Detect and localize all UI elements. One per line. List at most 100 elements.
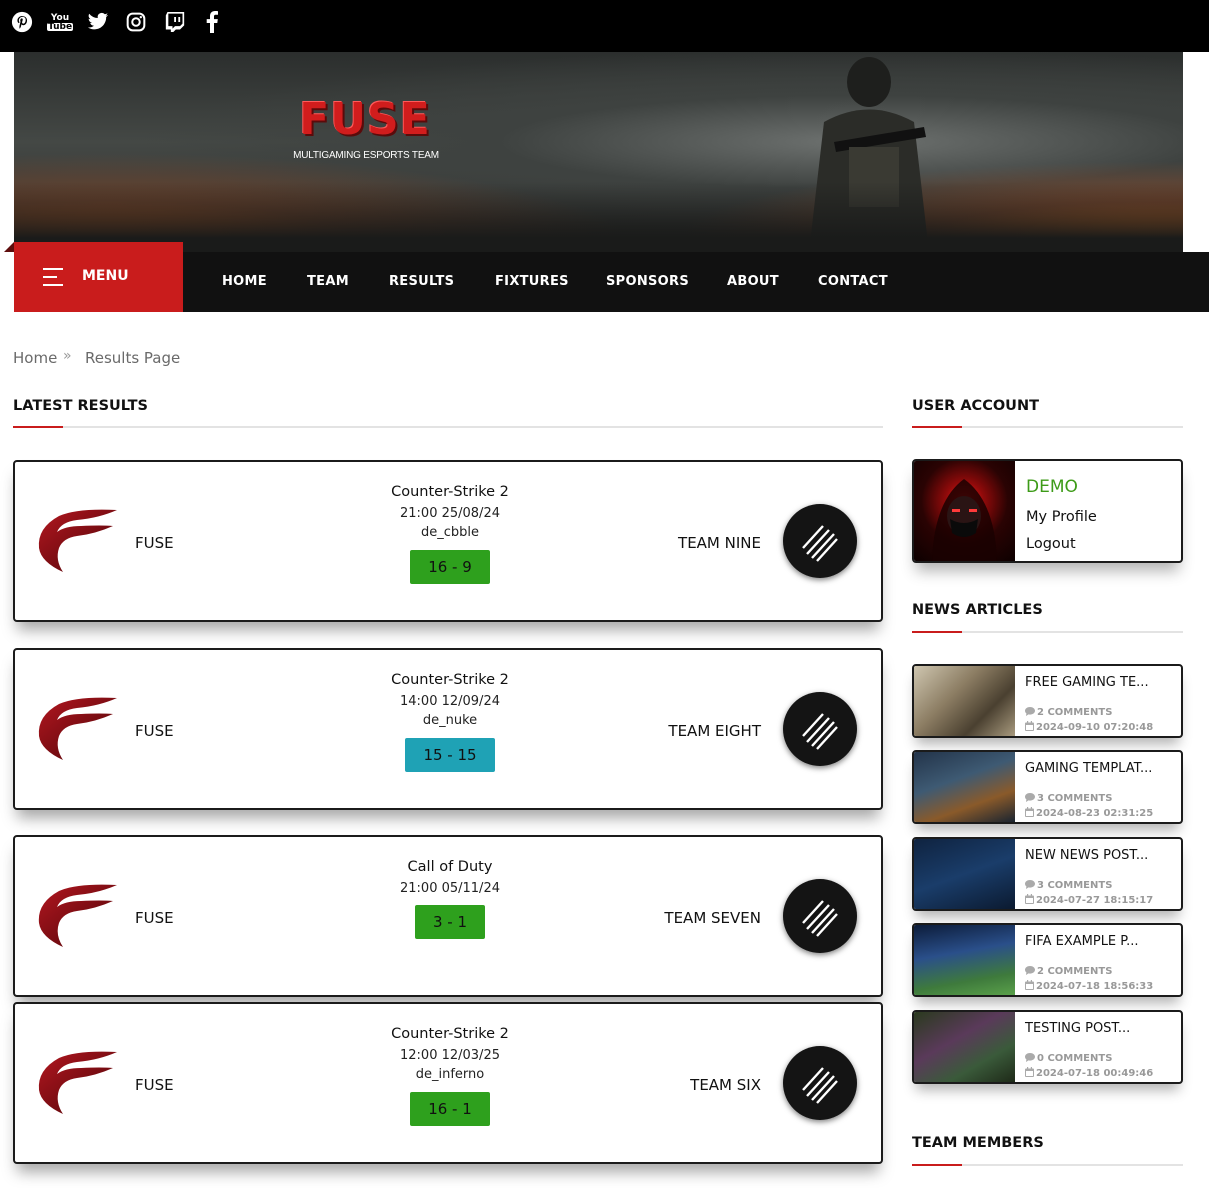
- match-score[interactable]: 16 - 1: [410, 1092, 490, 1126]
- calendar-icon: [1025, 721, 1036, 733]
- news-date: 2024-07-18 00:49:46: [1025, 1067, 1153, 1079]
- news-article-card[interactable]: NEW NEWS POST... 3 COMMENTS 2024-07-27 18:…: [912, 837, 1183, 911]
- news-title[interactable]: FIFA EXAMPLE P...: [1025, 934, 1139, 949]
- news-date: 2024-07-18 18:56:33: [1025, 980, 1153, 992]
- user-account-card: DEMO My Profile Logout: [912, 459, 1183, 563]
- match-score[interactable]: 16 - 9: [410, 550, 490, 584]
- news-comments-count: 2 COMMENTS: [1037, 707, 1113, 718]
- breadcrumb-separator-icon: »: [63, 348, 72, 364]
- away-team-name[interactable]: TEAM NINE: [678, 534, 761, 552]
- news-article-card[interactable]: GAMING TEMPLAT... 3 COMMENTS 2024-08-23 02…: [912, 750, 1183, 824]
- site-tagline: MULTIGAMING ESPORTS TEAM: [293, 150, 439, 161]
- youtube-tube-text: Tube: [46, 21, 74, 32]
- my-profile-link[interactable]: My Profile: [1026, 509, 1097, 525]
- news-title[interactable]: NEW NEWS POST...: [1025, 848, 1148, 863]
- news-thumbnail[interactable]: [914, 925, 1015, 995]
- twitter-icon[interactable]: [85, 9, 111, 35]
- comment-icon: [1025, 966, 1037, 977]
- nav-fixtures[interactable]: FIXTURES: [495, 274, 569, 289]
- nav-home[interactable]: HOME: [222, 274, 267, 289]
- match-map: de_cbble: [420, 525, 479, 540]
- nav-sponsors[interactable]: SPONSORS: [606, 274, 689, 289]
- away-team-name[interactable]: TEAM EIGHT: [668, 722, 761, 740]
- nav-team[interactable]: TEAM: [307, 274, 349, 289]
- news-article-card[interactable]: TESTING POST... 0 COMMENTS 2024-07-18 00:4…: [912, 1010, 1183, 1084]
- news-title[interactable]: FREE GAMING TE...: [1025, 675, 1149, 690]
- news-date: 2024-08-23 02:31:25: [1025, 807, 1153, 819]
- news-comments: 3 COMMENTS: [1025, 793, 1112, 804]
- fuse-team-logo: [38, 1051, 117, 1114]
- username[interactable]: DEMO: [1026, 477, 1078, 497]
- team-members-heading: TEAM MEMBERS: [912, 1135, 1044, 1151]
- news-thumbnail[interactable]: [914, 752, 1015, 822]
- facebook-icon[interactable]: [199, 9, 225, 35]
- fuse-team-logo: [38, 884, 117, 947]
- pinterest-icon[interactable]: [9, 9, 35, 35]
- menu-button[interactable]: MENU: [4, 242, 183, 312]
- news-thumbnail[interactable]: [914, 666, 1015, 736]
- comment-icon: [1025, 793, 1037, 804]
- nav-about[interactable]: ABOUT: [727, 274, 779, 289]
- news-title[interactable]: TESTING POST...: [1025, 1021, 1130, 1036]
- away-team-name[interactable]: TEAM SIX: [690, 1076, 761, 1094]
- match-score[interactable]: 15 - 15: [405, 738, 495, 772]
- news-date-value: 2024-08-23 02:31:25: [1036, 808, 1154, 819]
- match-datetime: 21:00 05/11/24: [400, 881, 500, 896]
- news-comments: 3 COMMENTS: [1025, 880, 1112, 891]
- news-article-card[interactable]: FREE GAMING TE... 2 COMMENTS 2024-09-10 07…: [912, 664, 1183, 738]
- result-card[interactable]: FUSE Counter-Strike 2 14:00 12/09/24 de_nuk…: [13, 648, 883, 810]
- comment-icon: [1025, 880, 1037, 891]
- youtube-icon[interactable]: You Tube: [46, 9, 74, 35]
- nav-contact[interactable]: CONTACT: [818, 274, 888, 289]
- breadcrumb-home[interactable]: Home: [13, 349, 57, 367]
- news-comments: 0 COMMENTS: [1025, 1053, 1112, 1064]
- result-card[interactable]: FUSE Counter-Strike 2 21:00 25/08/24 de_cbb…: [13, 460, 883, 622]
- opponent-logo: [783, 879, 857, 953]
- away-team-name[interactable]: TEAM SEVEN: [664, 909, 761, 927]
- opponent-logo: [783, 692, 857, 766]
- breadcrumb-current: Results Page: [85, 349, 181, 367]
- home-team-name[interactable]: FUSE: [135, 909, 174, 927]
- result-card[interactable]: FUSE Call of Duty 21:00 05/11/24 3 - 1 TEAM …: [13, 835, 883, 997]
- news-comments: 2 COMMENTS: [1025, 707, 1112, 718]
- home-team-name[interactable]: FUSE: [135, 534, 174, 552]
- news-date: 2024-07-27 18:15:17: [1025, 894, 1153, 906]
- instagram-icon[interactable]: [123, 9, 149, 35]
- youtube-you-text: You: [50, 12, 70, 23]
- menu-label: MENU: [82, 268, 129, 284]
- game-title: Counter-Strike 2: [391, 484, 509, 500]
- match-score[interactable]: 3 - 1: [414, 905, 486, 939]
- header-banner: FUSE MULTIGAMING ESPORTS TEAM: [14, 52, 1183, 252]
- news-comments-count: 2 COMMENTS: [1037, 966, 1113, 977]
- latest-results-divider: [13, 426, 883, 428]
- news-thumbnail[interactable]: [914, 1012, 1015, 1082]
- home-team-name[interactable]: FUSE: [135, 722, 174, 740]
- match-info: Counter-Strike 2 21:00 25/08/24 de_cbble 16…: [300, 484, 600, 584]
- game-title: Counter-Strike 2: [391, 672, 509, 688]
- news-date-value: 2024-07-18 18:56:33: [1036, 981, 1154, 992]
- news-comments: 2 COMMENTS: [1025, 966, 1112, 977]
- match-info: Call of Duty 21:00 05/11/24 3 - 1: [300, 859, 600, 939]
- news-comments-count: 0 COMMENTS: [1037, 1053, 1113, 1064]
- site-logo[interactable]: FUSE: [290, 94, 440, 145]
- match-map: de_nuke: [422, 713, 478, 728]
- fuse-team-logo: [38, 509, 117, 572]
- result-card[interactable]: FUSE Counter-Strike 2 12:00 12/03/25 de_inf…: [13, 1002, 883, 1164]
- home-team-name[interactable]: FUSE: [135, 1076, 174, 1094]
- news-comments-count: 3 COMMENTS: [1037, 880, 1113, 891]
- logout-link[interactable]: Logout: [1026, 536, 1076, 552]
- twitch-icon[interactable]: [162, 9, 188, 35]
- latest-results-heading: LATEST RESULTS: [13, 398, 148, 414]
- avatar[interactable]: [914, 461, 1015, 561]
- comment-icon: [1025, 707, 1037, 718]
- fuse-team-logo: [38, 697, 117, 760]
- team-members-divider: [912, 1164, 1183, 1166]
- match-datetime: 14:00 12/09/24: [400, 694, 500, 709]
- match-info: Counter-Strike 2 12:00 12/03/25 de_inferno…: [300, 1026, 600, 1126]
- nav-results[interactable]: RESULTS: [389, 274, 454, 289]
- social-bar: You Tube: [0, 0, 1209, 52]
- user-account-divider: [912, 426, 1183, 428]
- news-title[interactable]: GAMING TEMPLAT...: [1025, 761, 1152, 776]
- news-thumbnail[interactable]: [914, 839, 1015, 909]
- news-article-card[interactable]: FIFA EXAMPLE P... 2 COMMENTS 2024-07-18 18…: [912, 923, 1183, 997]
